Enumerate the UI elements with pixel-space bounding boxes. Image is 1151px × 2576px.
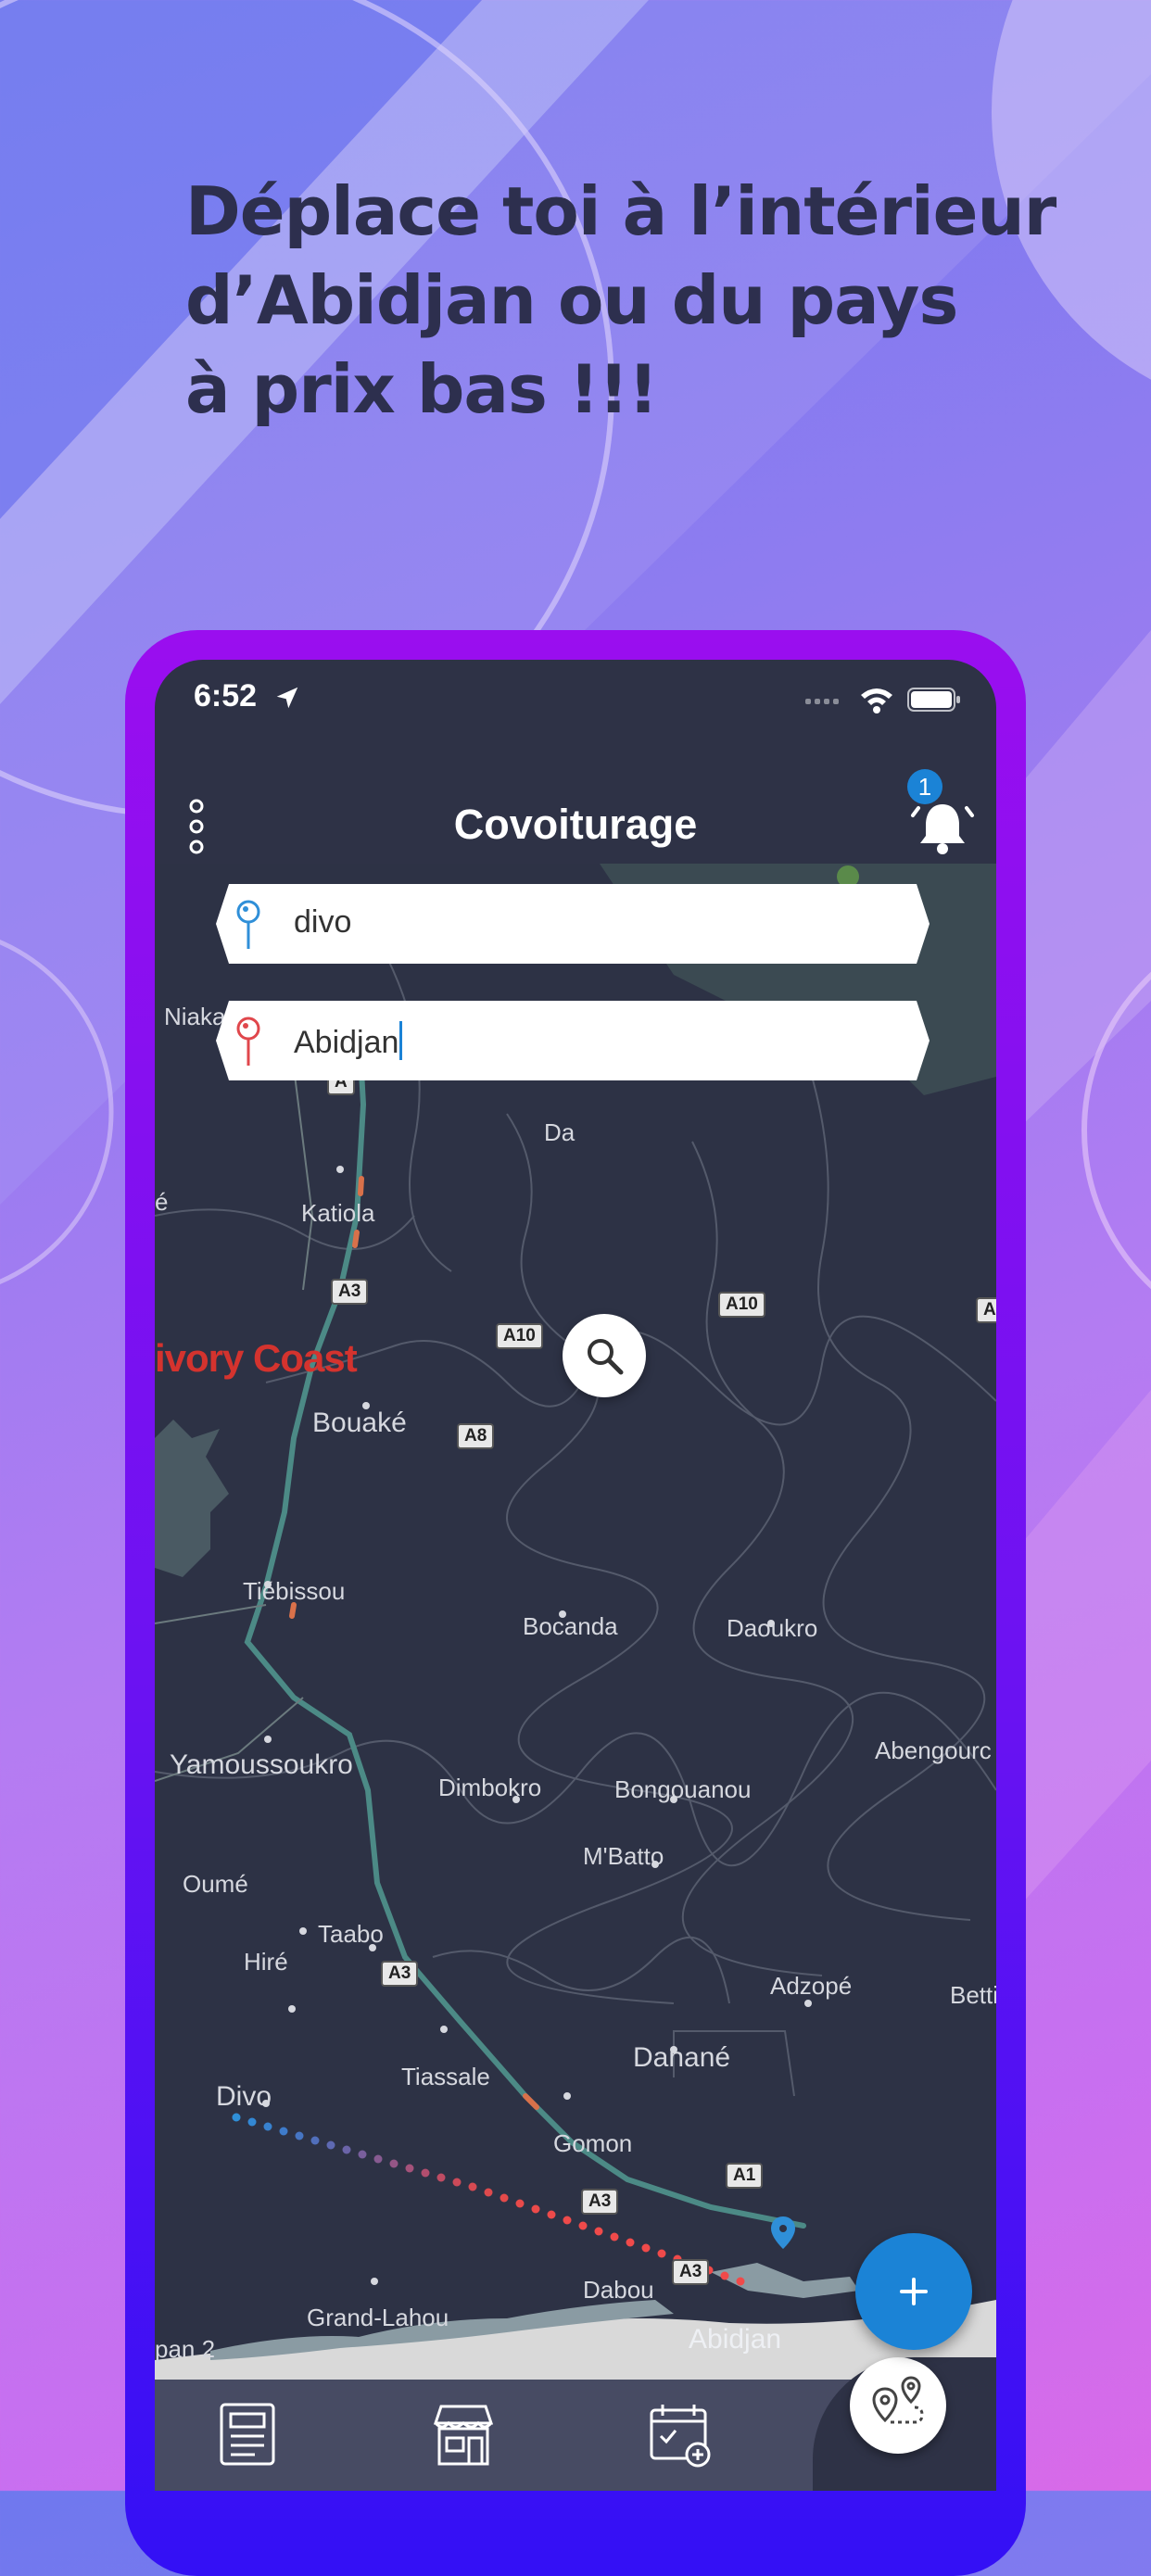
- status-icons: [805, 686, 961, 713]
- map-label-pan2: pan 2: [155, 2335, 216, 2363]
- map-label-dabou: Dabou: [583, 2276, 654, 2304]
- road-tag-a3-top: A3: [331, 1279, 369, 1305]
- headline-line-2: d’Abidjan ou du pays: [185, 261, 958, 339]
- destination-input-text: Abidjan: [294, 1025, 399, 1060]
- map-label-bettie: Betti: [950, 1981, 996, 2009]
- notification-badge: 1: [907, 769, 942, 804]
- map-label-katiola: Katiola: [301, 1199, 375, 1227]
- headline-line-1: Déplace toi à l’intérieur: [185, 172, 1056, 250]
- map-label-dimbokro: Dimbokro: [438, 1774, 542, 1801]
- road-tag-a-edge: A: [976, 1297, 996, 1323]
- destination-field[interactable]: Abidjan: [216, 1001, 930, 1080]
- map-view[interactable]: Niaka Da é Katiola ivory Coast Bouaké Ti…: [155, 864, 996, 2383]
- road-tag-a10-left: A10: [496, 1323, 543, 1349]
- map-label-tiebissou: Tiébissou: [243, 1577, 346, 1605]
- map-label-divo: Divo: [216, 2081, 272, 2112]
- map-label-danane: Danané: [633, 2042, 731, 2073]
- headline: Déplace toi à l’intérieur d’Abidjan ou d…: [185, 167, 1075, 434]
- map-label-adzope: Adzopé: [770, 1972, 853, 2000]
- map-label-hire: Hiré: [244, 1948, 288, 1976]
- map-label-abengourou: Abengourc: [875, 1736, 992, 1764]
- status-bar: 6:52: [155, 660, 996, 743]
- road-tag-a1: A1: [726, 2163, 764, 2189]
- route-map-button[interactable]: [850, 2357, 946, 2454]
- map-label-taabo: Taabo: [318, 1920, 384, 1948]
- map-label-left-e: é: [155, 1188, 169, 1216]
- origin-field[interactable]: divo: [216, 884, 930, 964]
- page-title: Covoiturage: [453, 801, 698, 848]
- road-tag-a3-low: A3: [581, 2189, 619, 2215]
- route-map-icon: [872, 2376, 924, 2424]
- app-bar: Covoiturage 1: [155, 743, 996, 882]
- wifi-icon: [861, 688, 892, 713]
- newspaper-icon[interactable]: [212, 2397, 286, 2471]
- map-marker-icon[interactable]: [771, 2216, 795, 2249]
- origin-input[interactable]: divo: [294, 904, 351, 941]
- map-label-oume: Oumé: [183, 1870, 248, 1898]
- road-tag-a3-mid: A3: [381, 1961, 419, 1987]
- map-label-mbatto: M'Batto: [583, 1842, 664, 1870]
- headline-line-3: à prix bas !!!: [185, 350, 658, 428]
- map-label-abidjan: Abidjan: [689, 2324, 782, 2355]
- map-label-bouake: Bouaké: [312, 1408, 407, 1438]
- text-cursor: [399, 1021, 403, 1060]
- location-arrow-icon: [276, 687, 298, 709]
- store-icon[interactable]: [426, 2397, 500, 2471]
- road-tag-a8: A8: [457, 1423, 495, 1449]
- map-label-niakara: Niaka: [164, 1003, 226, 1030]
- map-label-grand-lahou: Grand-Lahou: [307, 2304, 449, 2331]
- signal-icon: [805, 699, 839, 704]
- origin-pin-icon: [236, 900, 260, 949]
- map-label-yamoussoukro: Yamoussoukro: [170, 1749, 353, 1780]
- plus-icon: [900, 2278, 928, 2305]
- app-screen: 6:52 Covoiturage 1 Niaka Da é Katiola iv…: [155, 660, 996, 2491]
- battery-icon: [907, 688, 960, 712]
- map-label-bongouanou: Bongouanou: [614, 1775, 752, 1803]
- map-label-bocanda: Bocanda: [523, 1612, 618, 1640]
- road-tag-a3-bottom: A3: [672, 2259, 710, 2285]
- search-icon: [588, 1339, 624, 1375]
- map-label-gomon: Gomon: [553, 2129, 633, 2157]
- route-line: [232, 2113, 745, 2286]
- destination-input[interactable]: Abidjan: [294, 1021, 403, 1061]
- map-label-daoukro: Daoukro: [727, 1614, 818, 1642]
- map-label-country: ivory Coast: [155, 1336, 358, 1380]
- map-label-tiassale: Tiassale: [401, 2063, 490, 2090]
- destination-pin-icon: [236, 1017, 260, 1066]
- road-tag-a10-right: A10: [718, 1292, 765, 1318]
- add-trip-button[interactable]: [855, 2233, 972, 2350]
- status-time: 6:52: [194, 678, 258, 713]
- calendar-check-icon[interactable]: [644, 2397, 718, 2471]
- search-button[interactable]: [563, 1314, 646, 1397]
- map-label-dabakala: Da: [544, 1118, 576, 1146]
